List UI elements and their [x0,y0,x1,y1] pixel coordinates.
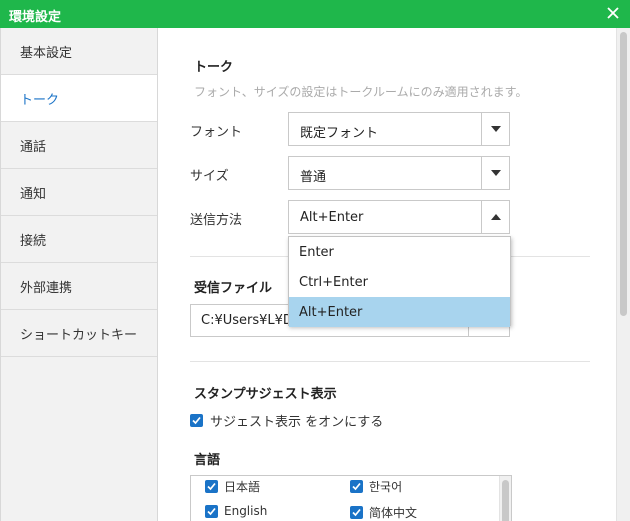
language-item-ko[interactable]: 한국어 [350,478,402,495]
dropdown-option-alt-enter[interactable]: Alt+Enter [289,297,510,327]
suggest-checkbox-row[interactable]: サジェスト表示 をオンにする [190,411,383,430]
scrollbar-thumb[interactable] [502,480,509,521]
chevron-down-icon[interactable] [481,113,509,145]
font-label: フォント [190,125,243,140]
checkbox-checked-icon[interactable] [205,480,218,493]
language-item-zh[interactable]: 简体中文 [350,504,417,521]
sidebar-item-notification[interactable]: 通知 [1,169,157,216]
font-select-value: 既定フォント [300,126,379,141]
sidebar: 基本設定 トーク 通話 通知 接続 外部連携 ショートカットキー [0,28,158,521]
talk-description: フォント、サイズの設定はトークルームにのみ適用されます。 [194,85,528,99]
size-label: サイズ [190,169,229,184]
checkbox-checked-icon[interactable] [350,480,363,493]
scrollbar-thumb[interactable] [620,32,627,316]
chevron-up-icon[interactable] [481,201,509,233]
checkbox-checked-icon[interactable] [190,414,203,427]
language-list: 日本語 한국어 English 简体中文 [190,475,512,521]
sidebar-item-integration[interactable]: 外部連携 [1,263,157,310]
sidebar-item-shortcut-keys[interactable]: ショートカットキー [1,310,157,357]
talk-section-title: トーク [194,60,234,75]
chevron-down-icon[interactable] [481,157,509,189]
language-list-scrollbar[interactable] [499,476,511,521]
size-select[interactable]: 普通 [288,156,510,190]
title-bar: 環境設定 [0,0,630,28]
divider [190,361,590,362]
checkbox-checked-icon[interactable] [350,506,363,519]
language-label: 한국어 [369,480,403,494]
send-method-select[interactable]: Alt+Enter [288,200,510,234]
dropdown-option-enter[interactable]: Enter [289,237,510,267]
language-label: 日本語 [224,480,261,494]
close-icon[interactable] [604,4,622,22]
language-title: 言語 [194,453,221,468]
send-method-value: Alt+Enter [300,210,364,225]
language-label: English [224,504,268,518]
font-select[interactable]: 既定フォント [288,112,510,146]
checkbox-checked-icon[interactable] [205,504,218,518]
received-files-title: 受信ファイル [194,281,273,296]
language-item-ja[interactable]: 日本語 [205,478,260,495]
send-method-label: 送信方法 [190,213,243,228]
stamp-suggest-title: スタンプサジェスト表示 [194,387,337,402]
suggest-checkbox-label: サジェスト表示 をオンにする [210,415,384,430]
content-scrollbar[interactable] [616,28,630,521]
sidebar-item-connection[interactable]: 接続 [1,216,157,263]
language-item-en[interactable]: English [205,504,267,518]
window-title: 環境設定 [9,10,62,25]
sidebar-item-call[interactable]: 通話 [1,122,157,169]
size-select-value: 普通 [300,170,327,185]
sidebar-item-talk[interactable]: トーク [1,75,157,122]
language-label: 简体中文 [369,506,418,520]
sidebar-item-basic[interactable]: 基本設定 [1,28,157,75]
dropdown-option-ctrl-enter[interactable]: Ctrl+Enter [289,267,510,297]
download-path-value: C:¥Users¥L¥Do [201,313,301,328]
send-method-dropdown: Enter Ctrl+Enter Alt+Enter [288,236,511,327]
